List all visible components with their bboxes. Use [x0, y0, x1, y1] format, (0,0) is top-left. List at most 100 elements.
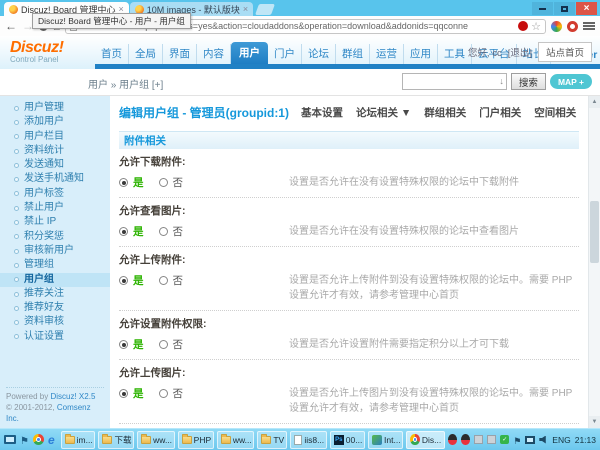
nav-item-user[interactable]: 用户 [231, 42, 268, 64]
taskbar-button-php[interactable]: PHP [178, 431, 214, 449]
search-button[interactable]: 搜索 [511, 73, 546, 90]
clock[interactable]: 21:13 [575, 435, 596, 445]
taskbar-button-www1[interactable]: ww... [137, 431, 175, 449]
sidebar-item-verify-settings[interactable]: 认证设置 [0, 330, 110, 344]
sidebar-item-recommend-friend[interactable]: 推荐好友 [0, 301, 110, 315]
sidebar-item-ban-ip[interactable]: 禁止 IP [0, 215, 110, 229]
nav-item-forum[interactable]: 论坛 [302, 44, 336, 64]
sidebar-item-recommend-follow[interactable]: 推荐关注 [0, 287, 110, 301]
site-home-button[interactable]: 站点首页 [538, 42, 592, 62]
sidebar-item-user-fields[interactable]: 用户栏目 [0, 130, 110, 144]
action-center-flag-icon[interactable] [513, 431, 521, 449]
antivirus-icon[interactable] [500, 435, 509, 444]
logout-link[interactable]: [退出] [508, 45, 532, 59]
tray-app-icon[interactable] [487, 435, 496, 444]
nav-item-group[interactable]: 群组 [336, 44, 370, 64]
bookmark-star-icon[interactable] [531, 17, 541, 35]
sidebar-item-profile-stats[interactable]: 资料统计 [0, 144, 110, 158]
extension-icon[interactable] [567, 21, 578, 32]
radio-yes-selected[interactable] [119, 340, 128, 349]
taskbar-button-tv[interactable]: TV [257, 431, 287, 449]
radio-no[interactable] [159, 178, 168, 187]
taskbar-button-www2[interactable]: ww... [217, 431, 255, 449]
show-desktop-icon[interactable] [4, 435, 16, 444]
radio-no-label[interactable]: 否 [173, 224, 184, 239]
taskbar-button-internet-app[interactable]: Int... [368, 431, 403, 449]
scroll-down-icon[interactable] [589, 416, 600, 428]
sidebar-item-ban-user[interactable]: 禁止用户 [0, 201, 110, 215]
new-tab-button[interactable] [255, 4, 275, 15]
radio-no-label[interactable]: 否 [173, 337, 184, 352]
sidebar-item-send-sms-notice[interactable]: 发送手机通知 [0, 172, 110, 186]
adblock-icon[interactable] [518, 21, 528, 31]
taskbar-button-iis-doc[interactable]: iis8... [290, 431, 326, 449]
taskbar-button-downloads[interactable]: 下载 [98, 431, 134, 449]
nav-item-global[interactable]: 全局 [129, 44, 163, 64]
windows-flag-icon[interactable] [20, 431, 29, 449]
internet-explorer-icon[interactable]: e [48, 434, 55, 446]
sidebar-item-credits-reward[interactable]: 积分奖惩 [0, 230, 110, 244]
restore-button[interactable] [554, 2, 575, 15]
radio-no[interactable] [159, 276, 168, 285]
radio-yes-label[interactable]: 是 [133, 175, 144, 190]
nav-item-home[interactable]: 首页 [95, 44, 129, 64]
map-button[interactable]: MAP + [550, 74, 592, 89]
scrollbar-thumb[interactable] [590, 201, 599, 263]
network-icon[interactable] [525, 436, 535, 444]
taskbar-button-discuz-chrome[interactable]: Dis... [406, 431, 445, 449]
qq-icon[interactable] [448, 434, 457, 445]
nav-item-tools[interactable]: 工具 [438, 44, 472, 64]
speaker-icon[interactable] [539, 436, 548, 444]
nav-item-application[interactable]: 应用 [404, 44, 438, 64]
browser-menu-icon[interactable] [583, 22, 595, 30]
sidebar-item-user-group[interactable]: 用户组 [0, 273, 110, 287]
radio-yes-label[interactable]: 是 [133, 337, 144, 352]
search-dropdown-icon[interactable] [499, 76, 504, 86]
radio-no-label[interactable]: 否 [173, 273, 184, 288]
radio-yes-label[interactable]: 是 [133, 224, 144, 239]
tray-app-icon[interactable] [474, 435, 483, 444]
sidebar-item-user-manage[interactable]: 用户管理 [0, 101, 110, 115]
minimize-button[interactable] [532, 2, 553, 15]
sidebar-item-send-notice[interactable]: 发送通知 [0, 158, 110, 172]
radio-no[interactable] [159, 389, 168, 398]
breadcrumb[interactable]: 用户 » 用户组 [+] [88, 76, 163, 91]
radio-no-label[interactable]: 否 [173, 386, 184, 401]
language-indicator[interactable]: ENG [552, 435, 570, 445]
radio-yes-selected[interactable] [119, 227, 128, 236]
taskbar-button-images[interactable]: im... [61, 431, 96, 449]
discuz-link[interactable]: Discuz! X2.5 [50, 392, 95, 401]
qq-icon[interactable] [461, 434, 470, 445]
tab-space-related[interactable]: 空间相关 [534, 105, 576, 120]
back-icon[interactable] [5, 20, 17, 33]
radio-yes-label[interactable]: 是 [133, 273, 144, 288]
nav-item-interface[interactable]: 界面 [163, 44, 197, 64]
nav-item-operation[interactable]: 运营 [370, 44, 404, 64]
radio-no[interactable] [159, 227, 168, 236]
chrome-icon[interactable] [33, 434, 44, 445]
sidebar-item-admin-group[interactable]: 管理组 [0, 258, 110, 272]
radio-yes-selected[interactable] [119, 389, 128, 398]
sidebar-item-user-tags[interactable]: 用户标签 [0, 187, 110, 201]
tab-group-related[interactable]: 群组相关 [424, 105, 466, 120]
sidebar-item-moderate-new-user[interactable]: 审核新用户 [0, 244, 110, 258]
extension-icon[interactable] [551, 21, 562, 32]
radio-no[interactable] [159, 340, 168, 349]
content-scrollbar[interactable] [588, 96, 600, 428]
tab-portal-related[interactable]: 门户相关 [479, 105, 521, 120]
radio-yes-selected[interactable] [119, 178, 128, 187]
nav-item-portal[interactable]: 门户 [268, 44, 302, 64]
radio-yes-label[interactable]: 是 [133, 386, 144, 401]
radio-no-label[interactable]: 否 [173, 175, 184, 190]
tab-basic-settings[interactable]: 基本设置 [301, 105, 343, 120]
scroll-up-icon[interactable] [589, 96, 600, 108]
sidebar-item-add-user[interactable]: 添加用户 [0, 115, 110, 129]
sidebar-item-profile-audit[interactable]: 资料审核 [0, 315, 110, 329]
nav-item-content[interactable]: 内容 [197, 44, 231, 64]
tab-forum-related[interactable]: 论坛相关 ▼ [356, 105, 411, 120]
radio-yes-selected[interactable] [119, 276, 128, 285]
tab-close-icon[interactable]: × [243, 5, 248, 14]
taskbar-button-photoshop[interactable]: Ps00... [330, 431, 365, 449]
close-button[interactable] [576, 2, 597, 15]
admin-search-input[interactable] [402, 73, 507, 90]
